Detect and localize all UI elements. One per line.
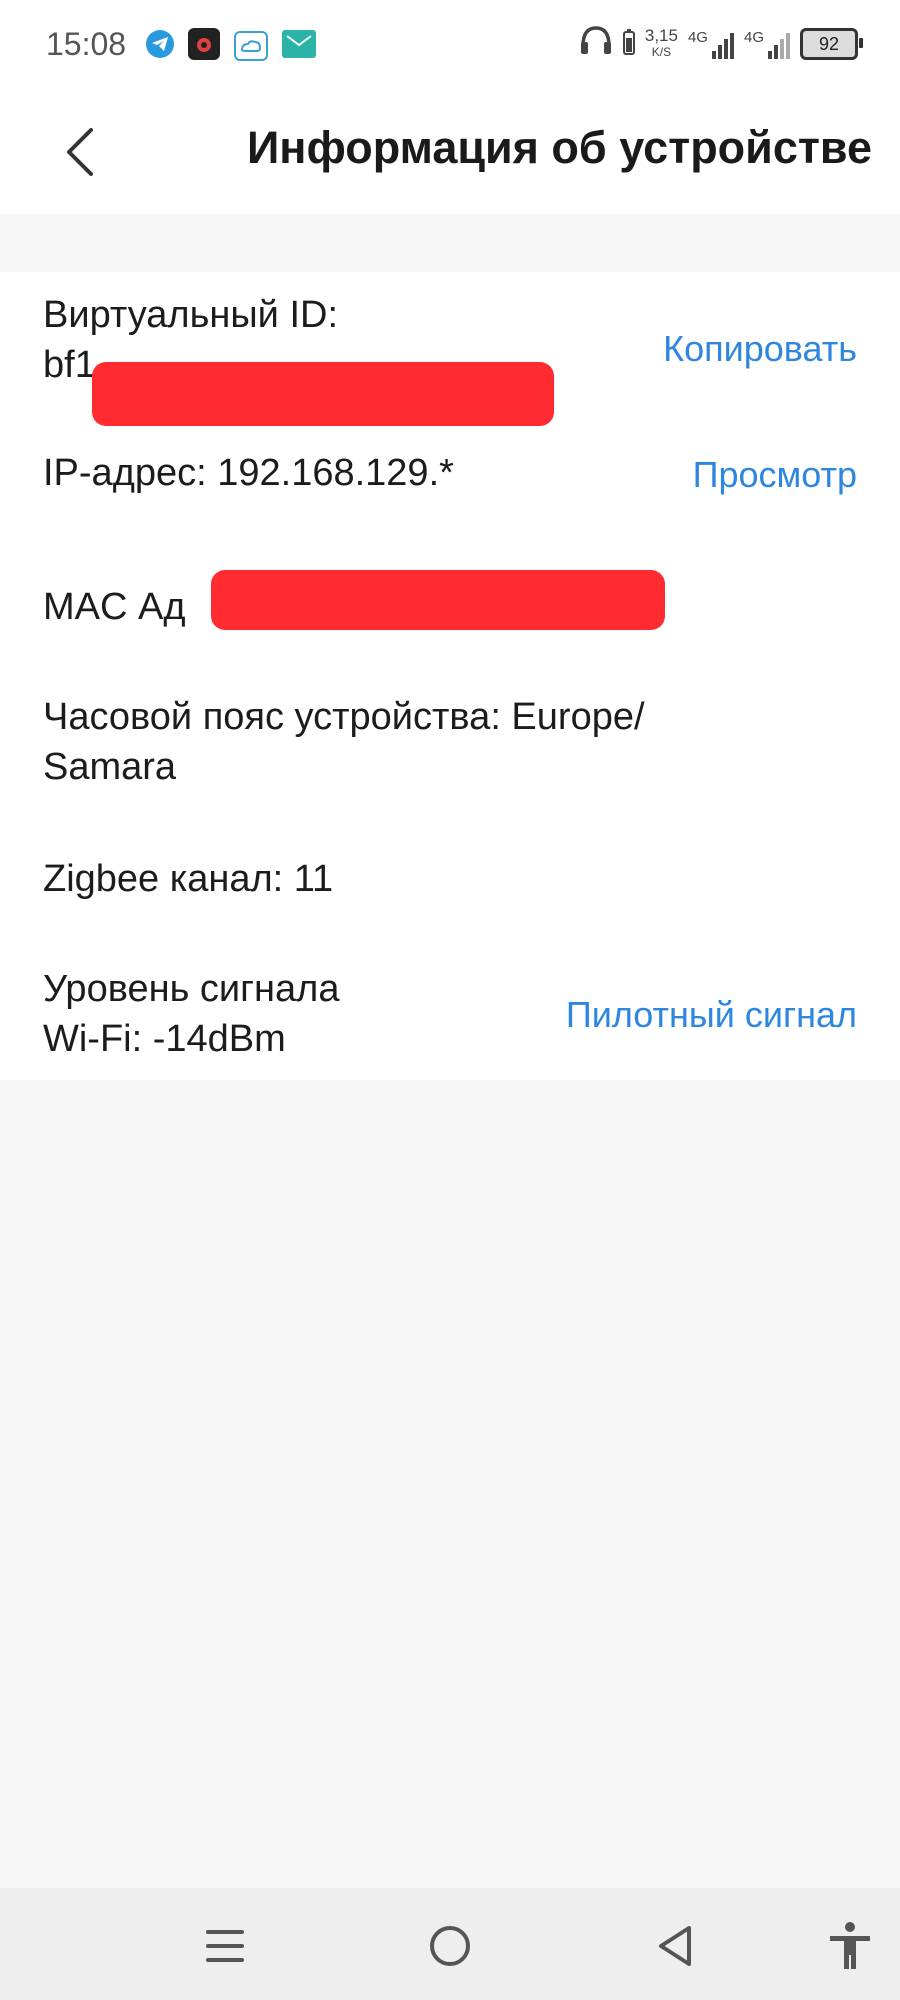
system-status-icons: 3,15 K/S 4G 4G 92 (579, 24, 863, 64)
system-navigation-bar (0, 1888, 900, 2000)
chevron-left-icon (67, 128, 93, 176)
pilot-signal-button[interactable]: Пилотный сигнал (566, 994, 857, 1036)
telegram-icon (146, 30, 174, 58)
accessibility-icon (830, 1922, 870, 1969)
device-info-card: Виртуальный ID: bf1 Копировать IP-адрес:… (0, 272, 900, 1080)
network-speed: 3,15 K/S (644, 26, 678, 59)
menu-button[interactable] (195, 1916, 255, 1976)
triangle-back-icon (659, 1926, 691, 1966)
home-button[interactable] (420, 1916, 480, 1976)
battery-level: 92 (818, 33, 840, 54)
page-title: Информация об устройстве (246, 122, 872, 173)
nav-back-button[interactable] (645, 1916, 705, 1976)
sim1-signal-icon: 4G (688, 29, 734, 59)
notification-icons (146, 28, 316, 61)
home-circle-icon (430, 1926, 470, 1966)
cloud-app-icon (234, 31, 268, 61)
redaction-mark (211, 570, 665, 630)
app-header: Информация об устройстве (0, 92, 900, 214)
headset-battery-icon (622, 28, 635, 60)
virtual-id-row: Виртуальный ID: bf1 Копировать (43, 290, 857, 426)
mail-icon (282, 30, 316, 58)
menu-icon (206, 1930, 244, 1962)
timezone-row: Часовой пояс устройства: Europe/ Samara (43, 692, 857, 792)
status-time: 15:08 (46, 26, 127, 62)
zigbee-row: Zigbee канал: 11 (43, 854, 857, 904)
status-bar: 15:08 3,15 K/S 4G 4G 92 (0, 0, 900, 92)
mac-row: MAC Ад (43, 570, 857, 642)
back-button[interactable] (50, 122, 110, 182)
accessibility-button[interactable] (820, 1916, 880, 1976)
redaction-mark (92, 362, 554, 426)
view-ip-button[interactable]: Просмотр (693, 454, 857, 496)
timezone-line-1: Часовой пояс устройства: Europe/ (43, 696, 645, 738)
headset-icon (579, 24, 613, 64)
battery-icon: 92 (800, 28, 863, 60)
sim2-signal-icon: 4G (744, 29, 790, 59)
ip-row: IP-адрес: 192.168.129.* Просмотр (43, 448, 857, 508)
copy-button[interactable]: Копировать (663, 328, 857, 370)
wifi-signal-row: Уровень сигнала Wi-Fi: -14dBm Пилотный с… (43, 964, 857, 1074)
timezone-line-2: Samara (43, 746, 177, 788)
zigbee-channel-label: Zigbee канал: 11 (43, 858, 334, 900)
camera-app-icon (188, 28, 220, 60)
